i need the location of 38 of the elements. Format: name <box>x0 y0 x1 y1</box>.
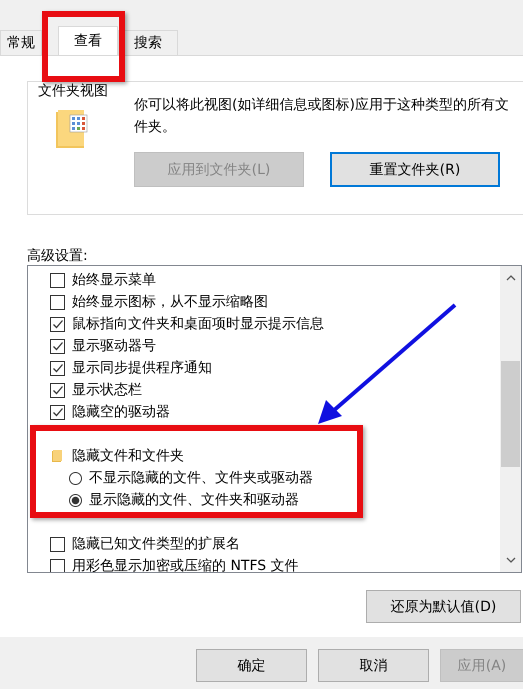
group-title: 文件夹视图 <box>36 83 110 99</box>
section-label: 高级设置: <box>27 247 89 265</box>
scrollbar[interactable] <box>500 266 521 572</box>
setting-label: 始终显示图标，从不显示缩略图 <box>72 293 268 311</box>
folder-icon <box>52 450 62 462</box>
checkbox[interactable] <box>50 382 65 398</box>
tab[interactable]: 常规 <box>0 30 42 55</box>
checkbox[interactable] <box>50 316 65 332</box>
folder-icon <box>56 110 88 148</box>
scrollbar-thumb[interactable] <box>501 361 520 467</box>
checkbox[interactable] <box>50 404 65 420</box>
setting-label: 隐藏已知文件类型的扩展名 <box>72 535 240 553</box>
radio-button[interactable] <box>69 494 82 506</box>
folder-view-button[interactable]: 重置文件夹(R) <box>330 152 500 187</box>
checkbox[interactable] <box>50 294 65 310</box>
setting-label: 隐藏空的驱动器 <box>72 403 170 421</box>
setting-label: 显示状态栏 <box>72 381 142 399</box>
tab[interactable]: 查看 <box>58 26 118 55</box>
checkbox[interactable] <box>50 558 65 572</box>
dialog-button[interactable]: 确定 <box>196 649 307 682</box>
dialog-button[interactable]: 取消 <box>318 649 429 682</box>
setting-label: 鼠标指向文件夹和桌面项时显示提示信息 <box>72 315 324 333</box>
scroll-down-icon[interactable] <box>506 557 516 563</box>
setting-label: 始终显示菜单 <box>72 271 156 289</box>
radio-button[interactable] <box>69 472 82 484</box>
setting-label: 隐藏文件和文件夹 <box>72 447 184 465</box>
checkbox[interactable] <box>50 360 65 376</box>
description-text: 你可以将此视图(如详细信息或图标)应用于这种类型的所有文件夹。 <box>134 96 510 137</box>
setting-label: 显示隐藏的文件、文件夹和驱动器 <box>89 491 299 509</box>
restore-defaults-button[interactable]: 还原为默认值(D) <box>366 590 521 623</box>
checkbox[interactable] <box>50 536 65 552</box>
setting-label: 显示同步提供程序通知 <box>72 359 212 377</box>
checkbox[interactable] <box>50 272 65 288</box>
setting-label: 显示驱动器号 <box>72 337 156 355</box>
setting-label: 不显示隐藏的文件、文件夹或驱动器 <box>89 469 313 487</box>
checkbox[interactable] <box>50 338 65 354</box>
setting-label: 用彩色显示加密或压缩的 NTFS 文件 <box>72 557 299 572</box>
scroll-up-icon[interactable] <box>506 275 516 281</box>
